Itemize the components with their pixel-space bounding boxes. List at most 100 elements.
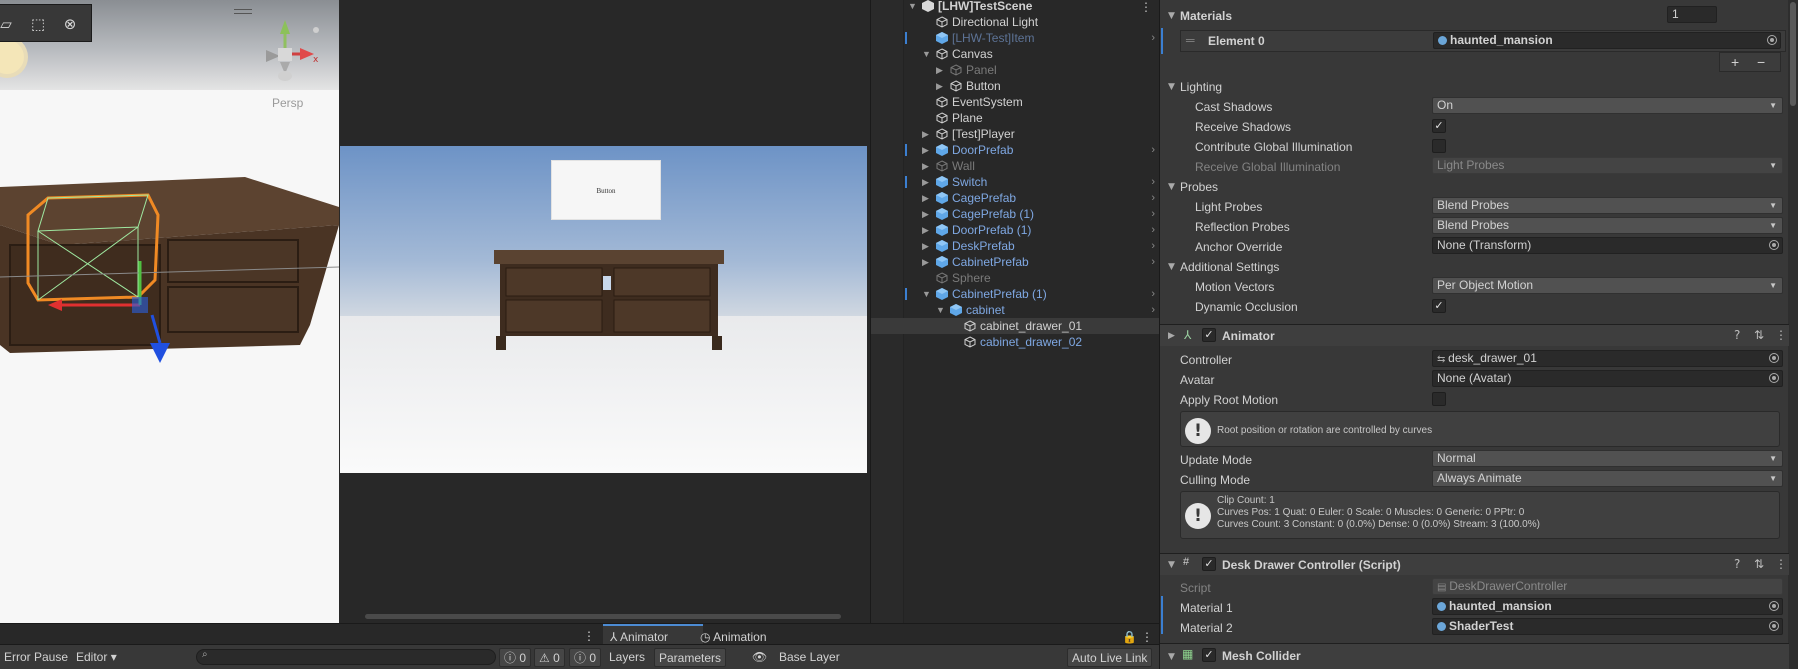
hierarchy-item[interactable]: ▼ Canvas xyxy=(871,46,1159,62)
avatar-field[interactable]: None (Avatar) xyxy=(1432,370,1783,387)
hierarchy-item[interactable]: ▶ [Test]Player xyxy=(871,126,1159,142)
element-0-field[interactable]: haunted_mansion xyxy=(1433,32,1781,49)
hierarchy-item[interactable]: ▶ DeskPrefab › xyxy=(871,238,1159,254)
orientation-gizmo-icon[interactable]: x xyxy=(258,10,328,84)
collapsed-arrow-icon[interactable]: ▶ xyxy=(922,126,929,142)
lighting-title[interactable]: Lighting xyxy=(1180,80,1222,94)
hierarchy-item[interactable]: ▼ CabinetPrefab (1) › xyxy=(871,286,1159,302)
collapsed-arrow-icon[interactable]: ▶ xyxy=(922,174,929,190)
hierarchy-item[interactable]: ▶ CagePrefab › xyxy=(871,190,1159,206)
info-count-toggle[interactable]: ⓘ 0 xyxy=(499,648,532,667)
help-icon[interactable]: ? xyxy=(1734,557,1740,571)
collapsed-arrow-icon[interactable]: ▶ xyxy=(922,142,929,158)
animator-enabled-checkbox[interactable]: ✓ xyxy=(1202,328,1216,342)
additional-settings-foldout-icon[interactable]: ▼ xyxy=(1168,262,1175,272)
hierarchy-item[interactable]: cabinet_drawer_01 xyxy=(871,318,1159,334)
light-probes-dropdown[interactable]: Blend Probes ▼ xyxy=(1432,197,1783,214)
contribute-gi-checkbox[interactable] xyxy=(1432,139,1446,153)
collapsed-arrow-icon[interactable]: ▶ xyxy=(936,78,943,94)
hierarchy-item[interactable]: EventSystem xyxy=(871,94,1159,110)
probes-title[interactable]: Probes xyxy=(1180,180,1218,194)
auto-live-link-button[interactable]: Auto Live Link xyxy=(1067,648,1153,667)
collapsed-arrow-icon[interactable]: ▶ xyxy=(922,206,929,222)
warning-count-toggle[interactable]: ⚠ 0 xyxy=(534,648,565,667)
probes-foldout-icon[interactable]: ▼ xyxy=(1168,182,1175,192)
object-picker-icon[interactable] xyxy=(1769,601,1779,611)
object-picker-icon[interactable] xyxy=(1769,240,1779,250)
presets-icon[interactable]: ⇅ xyxy=(1754,328,1764,342)
help-icon[interactable]: ? xyxy=(1734,328,1740,342)
reflection-probes-dropdown[interactable]: Blend Probes ▼ xyxy=(1432,217,1783,234)
custom-tool-icon[interactable]: ⊗ xyxy=(58,13,82,35)
hierarchy-item[interactable]: ▶ CabinetPrefab › xyxy=(871,254,1159,270)
expanded-arrow-icon[interactable]: ▼ xyxy=(908,0,917,14)
mesh-collider-foldout-icon[interactable]: ▼ xyxy=(1168,652,1175,662)
add-element-button[interactable]: + xyxy=(1731,54,1739,70)
hierarchy-item[interactable]: cabinet_drawer_02 xyxy=(871,334,1159,350)
hierarchy-item[interactable]: ▶ DoorPrefab (1) › xyxy=(871,222,1159,238)
motion-vectors-dropdown[interactable]: Per Object Motion ▼ xyxy=(1432,277,1783,294)
hierarchy-item[interactable]: ▶ Button xyxy=(871,78,1159,94)
hierarchy-item[interactable]: ▶ CagePrefab (1) › xyxy=(871,206,1159,222)
error-count-toggle[interactable]: ⓘ 0 xyxy=(569,648,602,667)
object-picker-icon[interactable] xyxy=(1769,621,1779,631)
material-1-field[interactable]: haunted_mansion xyxy=(1432,598,1783,615)
apply-root-motion-checkbox[interactable] xyxy=(1432,392,1446,406)
console-search-input[interactable]: ⌕ xyxy=(196,649,496,665)
anchor-override-field[interactable]: None (Transform) xyxy=(1432,237,1783,254)
hierarchy-item[interactable]: ▶ Panel xyxy=(871,62,1159,78)
materials-count-field[interactable]: 1 xyxy=(1667,6,1717,23)
collapsed-arrow-icon[interactable]: ▶ xyxy=(922,238,929,254)
game-view[interactable]: Button xyxy=(340,146,867,473)
prefab-open-icon[interactable]: › xyxy=(1151,142,1155,158)
prefab-open-icon[interactable]: › xyxy=(1151,190,1155,206)
materials-foldout-icon[interactable]: ▼ xyxy=(1168,11,1175,21)
base-layer-breadcrumb[interactable]: Base Layer xyxy=(779,648,840,667)
drag-handle-icon[interactable]: ═ xyxy=(1186,33,1195,47)
controller-field[interactable]: ⇆ desk_drawer_01 xyxy=(1432,350,1783,367)
hierarchy-item[interactable]: [LHW-Test]Item › xyxy=(871,30,1159,46)
inspector-scrollbar[interactable] xyxy=(1788,0,1798,669)
animator-foldout-icon[interactable]: ▶ xyxy=(1168,331,1175,341)
remove-element-button[interactable]: − xyxy=(1757,54,1765,70)
rect-tool-icon[interactable]: ▱ xyxy=(0,13,18,35)
collapsed-arrow-icon[interactable]: ▶ xyxy=(922,190,929,206)
component-menu-icon[interactable]: ⋮ xyxy=(1775,557,1787,571)
presets-icon[interactable]: ⇅ xyxy=(1754,557,1764,571)
expanded-arrow-icon[interactable]: ▼ xyxy=(922,286,931,302)
collapsed-arrow-icon[interactable]: ▶ xyxy=(936,62,943,78)
object-picker-icon[interactable] xyxy=(1769,373,1779,383)
hierarchy-item[interactable]: ▼ cabinet › xyxy=(871,302,1159,318)
eye-icon[interactable]: 👁 xyxy=(752,648,767,667)
hierarchy-item[interactable]: ▼ [LHW]TestScene xyxy=(871,0,1159,14)
scene-cabinet-model[interactable] xyxy=(0,165,339,365)
lighting-foldout-icon[interactable]: ▼ xyxy=(1168,82,1175,92)
receive-shadows-checkbox[interactable]: ✓ xyxy=(1432,119,1446,133)
script-enabled-checkbox[interactable]: ✓ xyxy=(1202,557,1216,571)
hierarchy-menu-icon[interactable]: ⋮ xyxy=(1140,0,1152,14)
component-menu-icon[interactable]: ⋮ xyxy=(1775,328,1787,342)
materials-title[interactable]: Materials xyxy=(1180,9,1232,23)
cast-shadows-dropdown[interactable]: On ▼ xyxy=(1432,97,1783,114)
prefab-open-icon[interactable]: › xyxy=(1151,286,1155,302)
console-menu-icon[interactable]: ⋮ xyxy=(583,626,595,646)
hierarchy-item[interactable]: Sphere xyxy=(871,270,1159,286)
material-2-field[interactable]: ShaderTest xyxy=(1432,618,1783,635)
prefab-open-icon[interactable]: › xyxy=(1151,174,1155,190)
transform-tool-icon[interactable]: ⬚ xyxy=(26,13,50,35)
tab-parameters[interactable]: Parameters xyxy=(654,648,727,667)
hierarchy-item[interactable]: Directional Light xyxy=(871,14,1159,30)
editor-dropdown[interactable]: Editor ▾ xyxy=(76,648,117,667)
culling-mode-dropdown[interactable]: Always Animate ▼ xyxy=(1432,470,1783,487)
dynamic-occlusion-checkbox[interactable]: ✓ xyxy=(1432,299,1446,313)
hierarchy-item[interactable]: ▶ DoorPrefab › xyxy=(871,142,1159,158)
object-picker-icon[interactable] xyxy=(1767,35,1777,45)
expanded-arrow-icon[interactable]: ▼ xyxy=(922,46,931,62)
projection-label[interactable]: Persp xyxy=(272,96,303,110)
prefab-open-icon[interactable]: › xyxy=(1151,238,1155,254)
collapsed-arrow-icon[interactable]: ▶ xyxy=(922,222,929,238)
prefab-open-icon[interactable]: › xyxy=(1151,30,1155,46)
collapsed-arrow-icon[interactable]: ▶ xyxy=(922,158,929,174)
prefab-open-icon[interactable]: › xyxy=(1151,206,1155,222)
prefab-open-icon[interactable]: › xyxy=(1151,302,1155,318)
